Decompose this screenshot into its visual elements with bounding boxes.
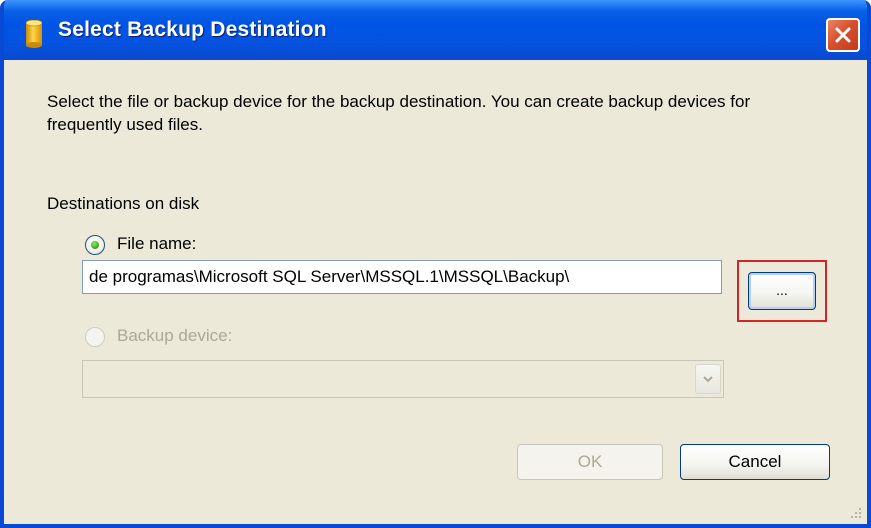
close-icon <box>835 27 851 43</box>
destinations-group-label: Destinations on disk <box>47 194 200 213</box>
browse-button[interactable]: ... <box>748 272 816 310</box>
backup-device-radio[interactable] <box>85 327 105 347</box>
description-text: Select the file or backup device for the… <box>47 92 751 134</box>
cancel-button[interactable]: Cancel <box>680 444 830 480</box>
dialog-window: Select Backup Destination Select the fil… <box>0 0 871 528</box>
window-title: Select Backup Destination <box>58 18 327 41</box>
database-icon <box>26 20 42 48</box>
dropdown-button[interactable] <box>695 364 721 394</box>
ok-button[interactable]: OK <box>517 444 663 480</box>
dialog-client-area: Select the file or backup device for the… <box>4 60 867 524</box>
chevron-down-icon <box>703 376 713 383</box>
backup-device-select[interactable] <box>82 360 724 398</box>
title-bar[interactable]: Select Backup Destination <box>4 0 867 60</box>
file-name-label[interactable]: File name: <box>117 234 196 254</box>
backup-device-label[interactable]: Backup device: <box>117 326 232 346</box>
file-name-input[interactable]: de programas\Microsoft SQL Server\MSSQL.… <box>82 260 722 294</box>
resize-grip-icon[interactable] <box>847 504 863 520</box>
close-button[interactable] <box>826 18 860 52</box>
file-name-radio[interactable] <box>85 235 105 255</box>
